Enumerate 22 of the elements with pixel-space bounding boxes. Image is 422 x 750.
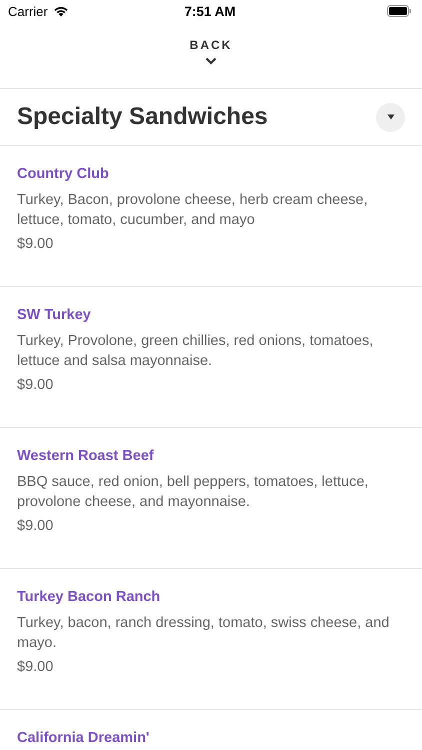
item-description: Turkey, bacon, ranch dressing, tomato, swiss cheese, and mayo. [17, 614, 390, 653]
carrier-label: Carrier [8, 4, 48, 18]
section-title: Specialty Sandwiches [17, 103, 268, 131]
item-name[interactable]: Country Club [17, 166, 405, 182]
item-price: $9.00 [17, 377, 54, 393]
item-description: Turkey, Bacon, provolone cheese, herb cream cheese, lettuce, tomato, cucumber, and mayo [17, 191, 369, 230]
status-time: 7:51 AM [184, 4, 236, 18]
battery-icon [387, 5, 412, 17]
expand-toggle-button[interactable] [376, 102, 405, 132]
triangle-icon [386, 114, 394, 120]
item-name[interactable]: California Dreamin' [17, 730, 405, 746]
back-button[interactable]: BACK [186, 22, 236, 65]
item-price: $9.00 [17, 659, 54, 675]
item-price: $9.00 [17, 518, 54, 534]
wifi-icon [52, 5, 69, 17]
item-name[interactable]: Western Roast Beef [17, 448, 405, 464]
item-description: Turkey, Provolone, green chillies, red onions, tomatoes, lettuce and salsa mayonnaise. [17, 332, 374, 371]
item-name[interactable]: SW Turkey [17, 307, 405, 323]
item-name[interactable]: Turkey Bacon Ranch [17, 589, 405, 605]
item-price: $9.00 [17, 236, 54, 252]
chevron-down-icon [204, 57, 217, 65]
item-description: BBQ sauce, red onion, bell peppers, tomatoes, lettuce, provolone cheese, and mayonnaise. [17, 473, 370, 512]
